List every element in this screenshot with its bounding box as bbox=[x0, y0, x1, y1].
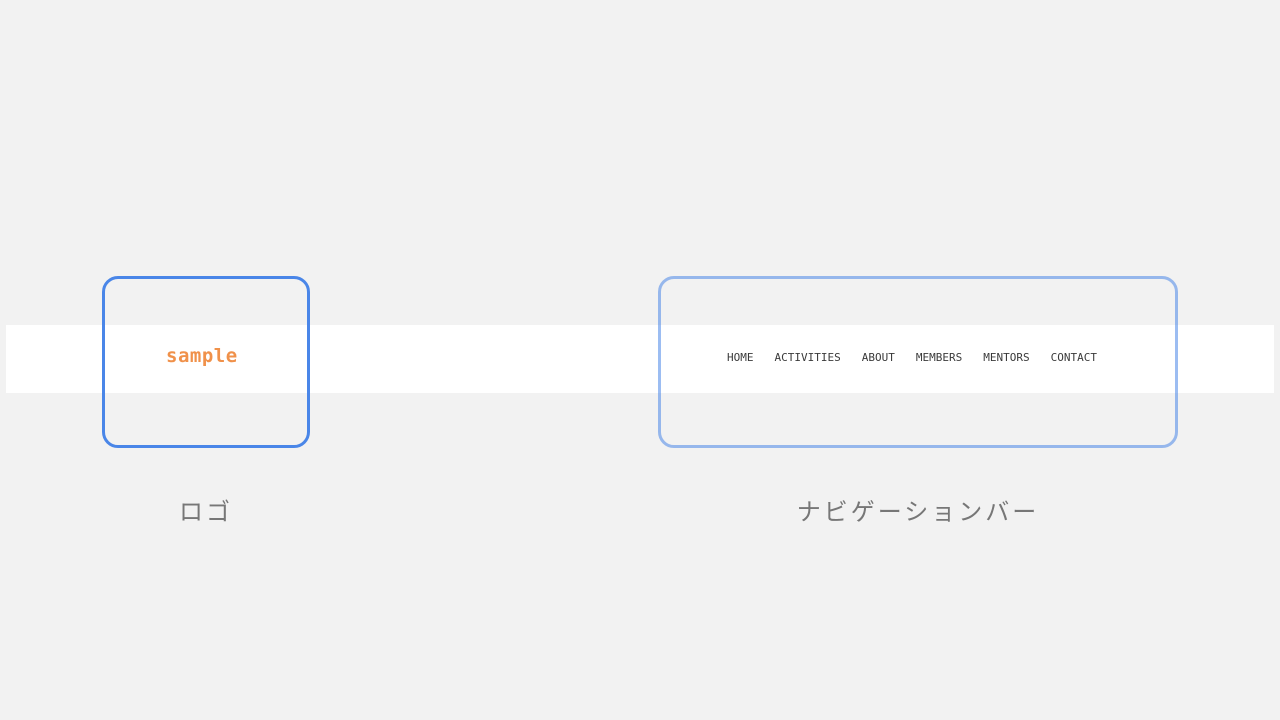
navbar-callout-box bbox=[658, 276, 1178, 448]
diagram-canvas: sample HOME ACTIVITIES ABOUT MEMBERS MEN… bbox=[0, 0, 1280, 720]
logo-callout-box bbox=[102, 276, 310, 448]
navbar-caption: ナビゲーションバー bbox=[796, 498, 1040, 526]
logo-caption: ロゴ bbox=[179, 498, 233, 526]
